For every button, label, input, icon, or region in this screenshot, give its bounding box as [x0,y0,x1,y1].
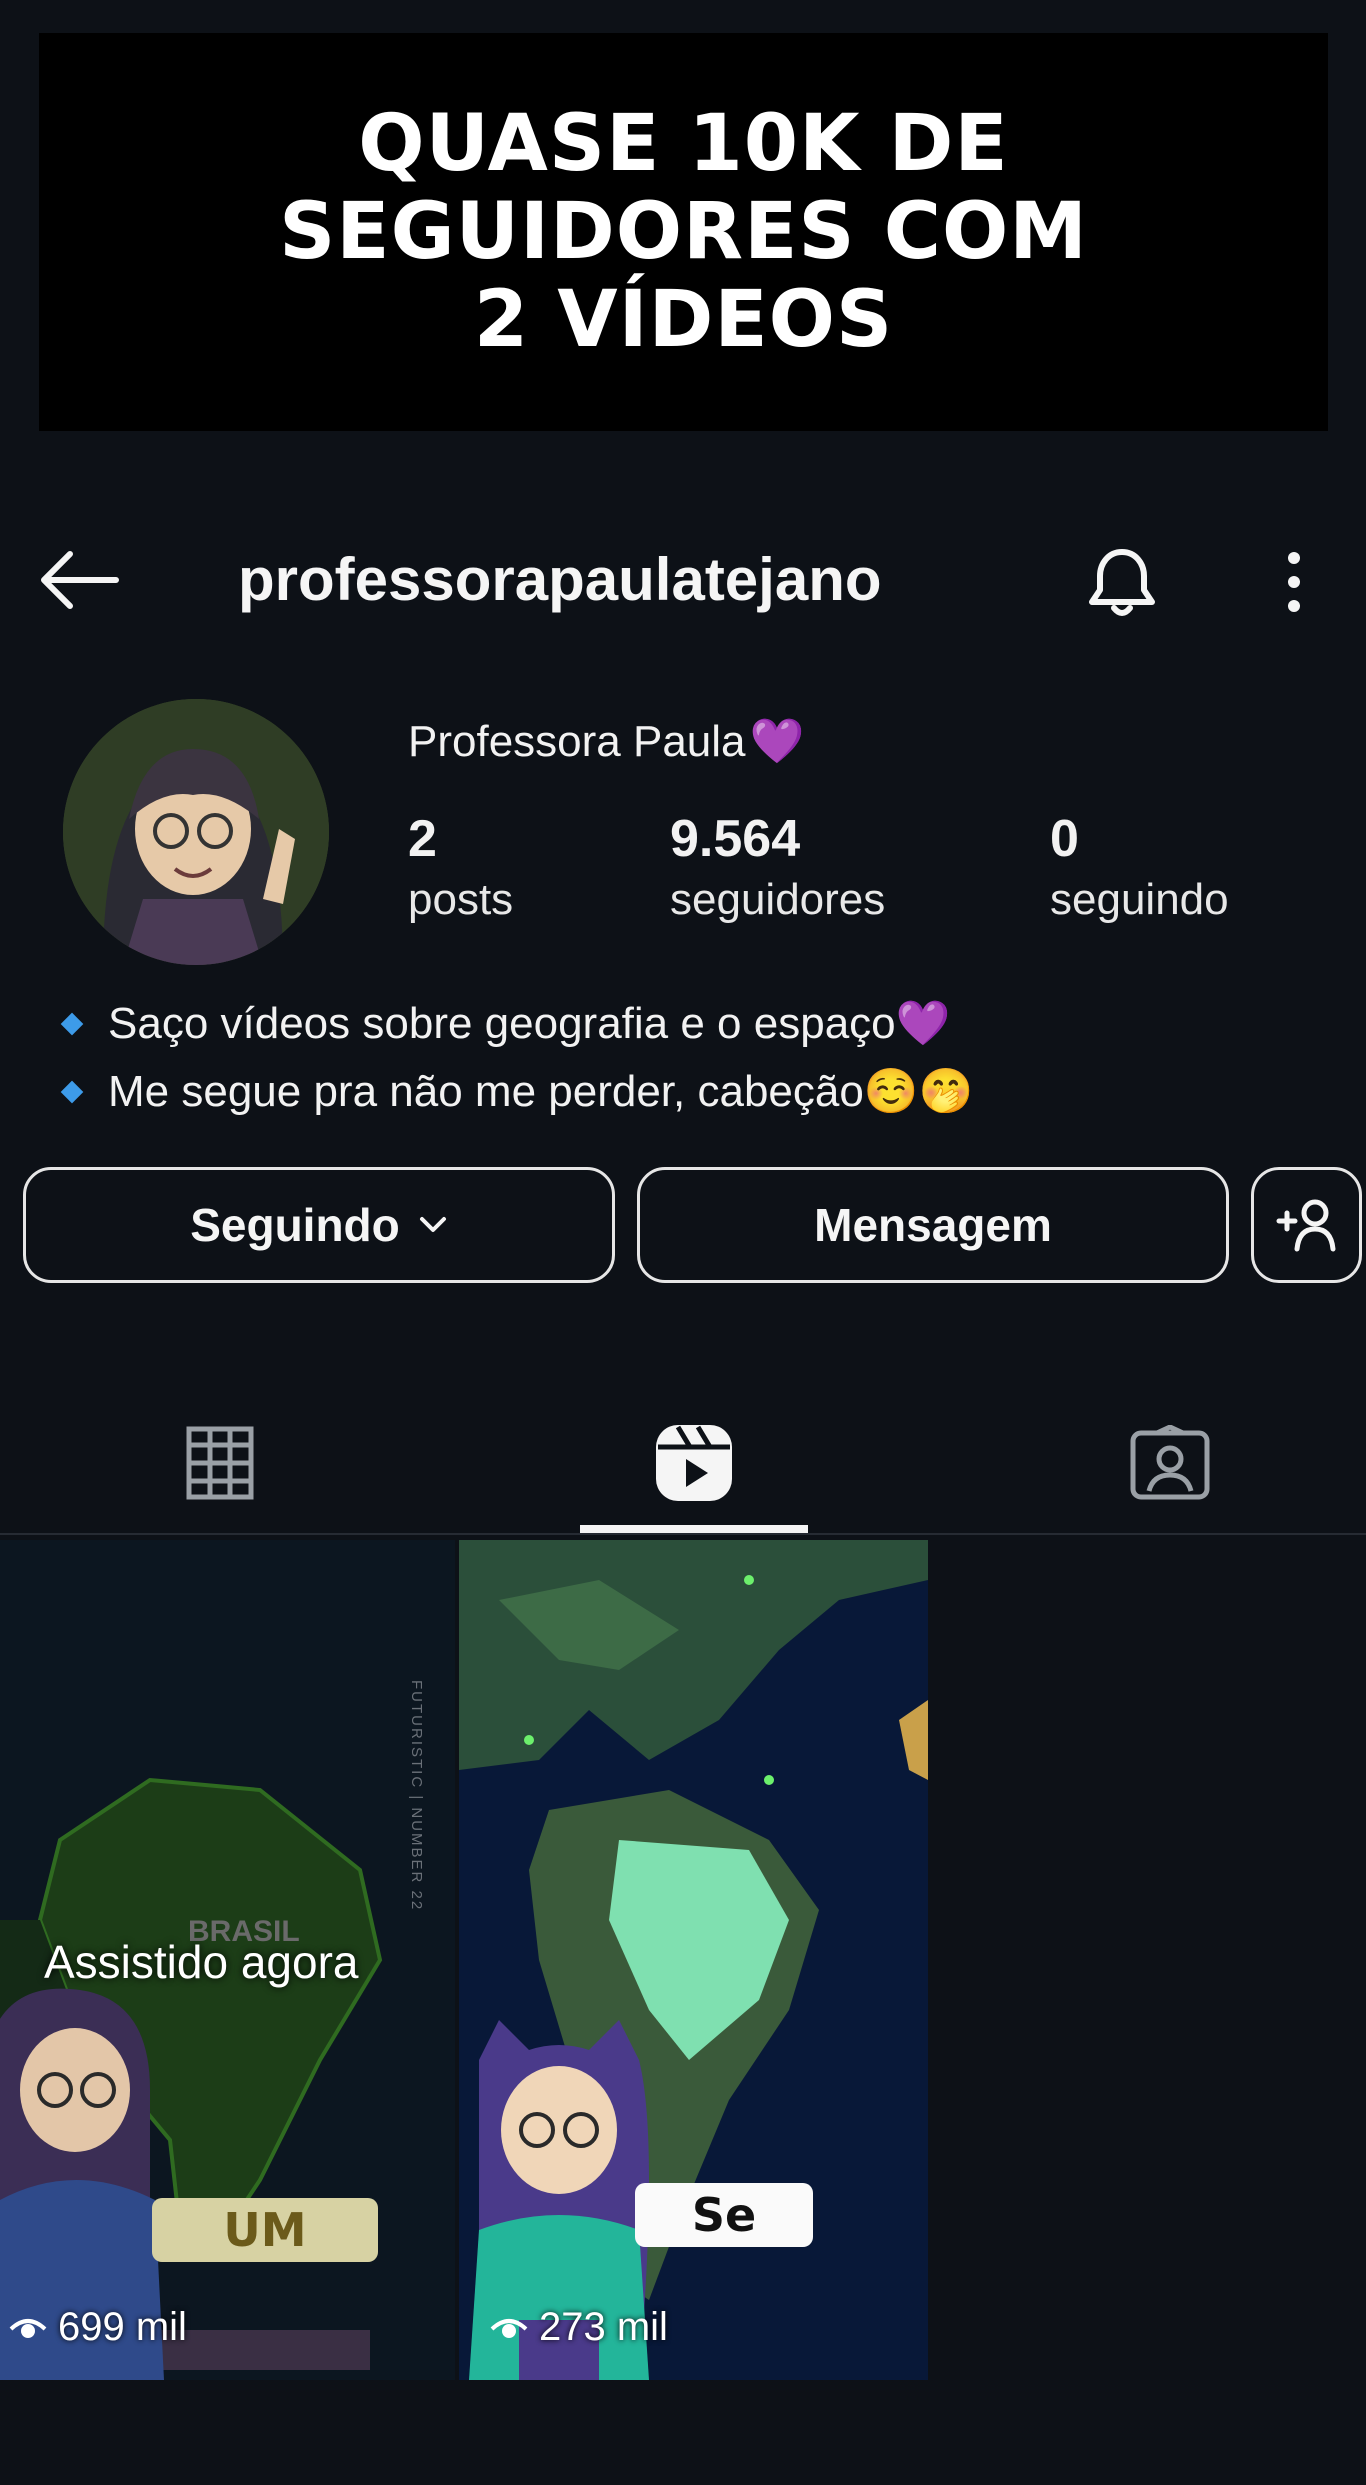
eye-icon [9,2318,47,2338]
following-button-label: Seguindo [190,1199,400,1251]
view-count: 699 mil [8,2305,187,2350]
following-button[interactable]: Seguindo [23,1167,615,1283]
more-options-button[interactable] [1270,542,1318,622]
stat-following[interactable]: 0 seguindo [1050,808,1229,930]
tab-tagged[interactable] [1050,1390,1290,1535]
message-button-label: Mensagem [814,1199,1052,1251]
stat-followers-value: 9.564 [670,810,801,868]
tab-posts-grid[interactable] [100,1390,340,1535]
view-count-text: 273 mil [539,2305,668,2349]
stat-posts[interactable]: 2 posts [408,808,513,930]
tagged-icon [1130,1424,1210,1499]
bell-icon [1089,549,1155,616]
reel-caption: Se [635,2183,813,2247]
blue-diamond-icon [60,1012,84,1036]
profile-display-name: Professora Paula 💜 [408,715,804,769]
bio-line-text: Me segue pra não me perder, cabeção [108,1067,864,1116]
back-button[interactable] [36,548,124,612]
eye-icon [490,2318,528,2338]
reel-caption: UM [152,2198,378,2262]
profile-bio: Saço vídeos sobre geografia e o espaço 💜… [56,990,973,1126]
avatar[interactable] [63,699,329,965]
profile-header: professorapaulatejano [0,520,1366,640]
view-count: 273 mil [489,2305,668,2350]
bio-line: Saço vídeos sobre geografia e o espaço 💜 [56,990,973,1058]
stat-posts-label: posts [408,875,514,924]
bio-line-text: Saço vídeos sobre geografia e o espaço [108,999,896,1048]
chevron-down-icon [419,1217,446,1232]
avatar-illustration [63,699,329,965]
profile-tabs [0,1390,1366,1535]
stat-followers-label: seguidores [670,875,886,924]
active-tab-indicator [580,1525,808,1533]
more-vertical-icon [1288,552,1300,612]
profile-username: professorapaulatejano [238,546,882,613]
bio-line-emoji: 💜 [895,999,951,1048]
stat-followers[interactable]: 9.564 seguidores [670,808,885,930]
reels-icon [656,1424,732,1501]
message-button[interactable]: Mensagem [637,1167,1229,1283]
stat-posts-value: 2 [408,810,437,868]
add-user-icon [1276,1199,1335,1252]
grid-icon [186,1426,254,1499]
tabs-divider [0,1533,1366,1535]
purple-heart-emoji: 💜 [749,717,805,766]
arrow-left-icon [41,551,119,609]
view-count-text: 699 mil [58,2305,187,2349]
stat-following-label: seguindo [1050,875,1229,924]
reel-thumbnail[interactable]: BRASIL FUTURISTIC | NUMBER 22 UM Assisti… [0,1540,455,2380]
promo-banner: QUASE 10K DE SEGUIDORES COM 2 VÍDEOS [39,33,1328,431]
display-name-text: Professora Paula [408,717,746,766]
bio-line: Me segue pra não me perder, cabeção ☺️🤭 [56,1058,973,1126]
tab-reels[interactable] [580,1390,808,1535]
notifications-button[interactable] [1080,540,1164,624]
side-vertical-text: FUTURISTIC | NUMBER 22 [408,1680,425,1912]
stat-following-value: 0 [1050,810,1079,868]
watched-now-label: Assistido agora [44,1936,359,1988]
bio-line-emoji: ☺️🤭 [863,1067,974,1116]
blue-diamond-icon [60,1080,84,1104]
reel-thumbnail[interactable]: Se 273 mil [459,1540,928,2380]
add-friend-button[interactable] [1251,1167,1362,1283]
banner-title: QUASE 10K DE SEGUIDORES COM 2 VÍDEOS [279,99,1088,365]
